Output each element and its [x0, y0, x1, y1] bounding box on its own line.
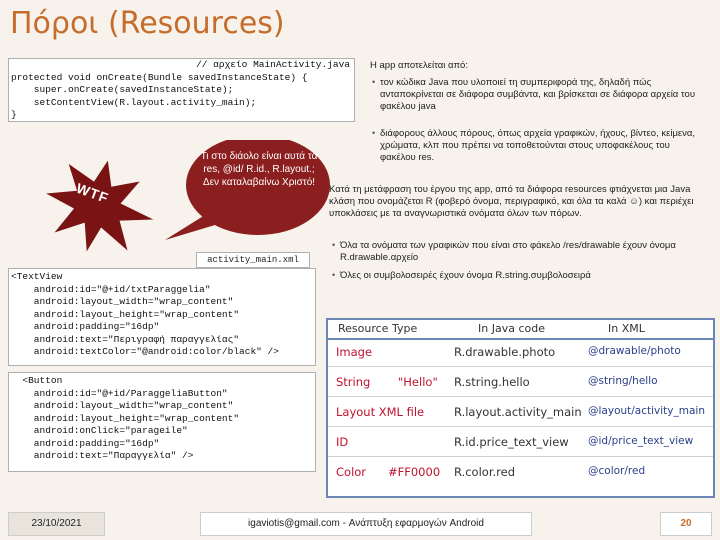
bubble-text: Τι στο διάολο είναι αυτά τα res, @id/ R.… — [200, 151, 318, 188]
code-line: protected void onCreate(Bundle savedInst… — [11, 71, 308, 83]
code-line: android:layout_width="wrap_content" — [11, 296, 234, 307]
code-line: android:layout_height="wrap_content" — [11, 308, 240, 320]
main-activity-code: // αρχείο MainActivity.java protected voi… — [8, 58, 355, 122]
bullet-string: Όλες οι συμβολοσειρές έχουν όνομα R.stri… — [332, 269, 710, 282]
code-line: <TextView — [11, 271, 63, 282]
color-note: #FF0000 — [388, 465, 441, 479]
intro-text: Η app αποτελείται από: — [370, 60, 468, 71]
table-row: Color #FF0000 R.color.red @color/red — [336, 465, 646, 479]
bullet-resources: διάφορους άλλους πόρους, όπως αρχεία γρα… — [372, 127, 708, 164]
code-line: android:onClick="parageile" — [11, 425, 188, 436]
button-xml: <Button android:id="@+id/ParaggeliaButto… — [8, 372, 316, 472]
xml-filename: activity_main.xml — [196, 252, 310, 268]
footer-center: igaviotis@gmail.com - Ανάπτυξη εφαρμογών… — [200, 512, 532, 536]
code-line: } — [11, 109, 17, 120]
code-line: android:padding="16dp" — [11, 321, 160, 332]
table-header: Resource Type In Java code In XML — [328, 320, 713, 340]
table-row: String "Hello" R.string.hello @string/he… — [328, 370, 713, 397]
code-line: android:textColor="@android:color/black"… — [11, 346, 279, 357]
textview-xml: <TextView android:id="@+id/txtParaggelia… — [8, 268, 316, 366]
code-line: <Button — [11, 375, 63, 386]
header-xml: In XML — [608, 322, 645, 335]
table-row: Layout XML file R.layout.activity_main @… — [328, 400, 713, 427]
table-row: Image R.drawable.photo @drawable/photo — [328, 340, 713, 367]
page-title: Πόροι (Resources) — [10, 6, 285, 41]
code-line: setContentView(R.layout.activity_main); — [11, 96, 257, 108]
string-note: "Hello" — [398, 375, 438, 389]
resource-table: Resource Type In Java code In XML Image … — [326, 318, 715, 498]
code-filename: // αρχείο MainActivity.java — [196, 59, 350, 70]
code-line: android:layout_width="wrap_content" — [11, 400, 234, 411]
header-resource-type: Resource Type — [338, 322, 418, 335]
code-line: android:layout_height="wrap_content" — [11, 412, 240, 424]
table-row: ID R.id.price_text_view @id/price_text_v… — [328, 430, 713, 457]
r-class-paragraph: Κατά τη μετάφραση του έργου της app, από… — [329, 184, 694, 219]
code-line: android:text="Περιγραφή παραγγελίας" — [11, 333, 240, 345]
code-line: super.onCreate(savedInstanceState); — [11, 84, 234, 95]
code-line: android:padding="16dp" — [11, 437, 160, 449]
bullet-drawable: Όλα τα ονόματα των γραφικών που είναι στ… — [332, 239, 710, 264]
bullet-java: τον κώδικα Java που υλοποιεί τη συμπεριφ… — [372, 76, 708, 113]
code-line: android:id="@+id/ParaggeliaButton" — [11, 387, 228, 399]
footer-date: 23/10/2021 — [8, 512, 105, 536]
code-line: android:id="@+id/txtParaggelia" — [11, 283, 211, 295]
page-number: 20 — [660, 512, 712, 536]
code-line: android:text="Παραγγελία" /> — [11, 450, 194, 461]
header-java: In Java code — [478, 322, 545, 335]
